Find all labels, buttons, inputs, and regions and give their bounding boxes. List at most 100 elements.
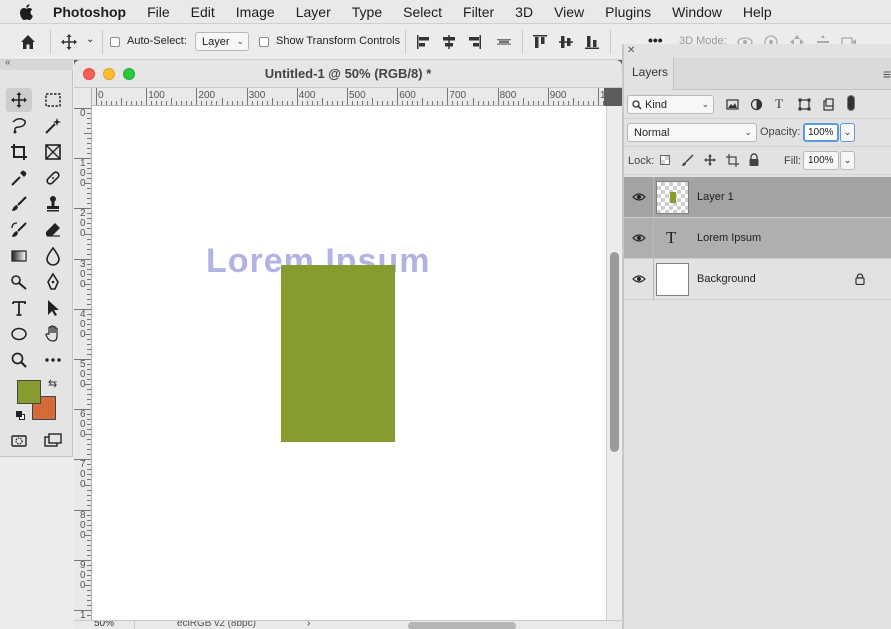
lock-transparent-pixels-icon[interactable] [660,155,670,165]
blend-mode-dropdown[interactable]: Normal ⌄ [627,123,757,142]
document-profile[interactable]: eciRGB v2 (8bpc) [177,621,256,629]
menu-view[interactable]: View [554,4,584,20]
blur-tool-icon[interactable] [40,244,66,268]
menu-window[interactable]: Window [672,4,722,20]
layer-name[interactable]: Background [697,273,756,285]
move-tool-preset-icon[interactable] [59,32,79,52]
lock-position-icon[interactable] [703,153,717,167]
panel-menu-icon[interactable]: ≡ [883,66,891,82]
tab-layers[interactable]: Layers [624,58,674,90]
marquee-tool-icon[interactable] [40,88,66,112]
horizontal-scrollbar-thumb[interactable] [408,622,516,629]
collapse-panel-icon[interactable]: « [5,57,11,68]
lock-artboard-icon[interactable] [726,154,739,167]
chevron-down-icon[interactable]: ⌄ [86,34,94,45]
frame-tool-icon[interactable] [40,140,66,164]
canvas-green-rectangle[interactable] [281,265,395,442]
auto-select-target-dropdown[interactable]: Layer ⌄ [195,32,249,51]
status-menu-arrow[interactable]: › [307,621,310,629]
ruler-label: 700 [449,90,467,101]
menu-help[interactable]: Help [743,4,772,20]
menu-layer[interactable]: Layer [296,4,331,20]
menu-app-name[interactable]: Photoshop [53,4,126,20]
opacity-input[interactable]: 100% [803,123,839,142]
hand-tool-icon[interactable] [40,322,66,346]
vertical-ruler[interactable]: 0 1 0 0 2 0 0 3 0 0 4 0 0 5 0 0 6 0 0 7 0 0 8 0 … [74,88,92,620]
auto-select-checkbox[interactable] [110,37,120,47]
filter-adjustment-layers-icon[interactable] [750,98,763,111]
align-right-edges-icon[interactable] [464,32,484,52]
layer-name[interactable]: Layer 1 [697,191,734,203]
type-tool-icon[interactable] [6,296,32,320]
filter-pixel-layers-icon[interactable] [726,98,739,111]
move-tool-icon[interactable] [6,88,32,112]
menu-filter[interactable]: Filter [463,4,494,20]
healing-brush-tool-icon[interactable] [40,166,66,190]
filter-toggle-switch[interactable] [847,95,855,111]
align-bottom-edges-icon[interactable] [582,32,602,52]
crop-tool-icon[interactable] [6,140,32,164]
horizontal-ruler[interactable]: 0 100 200 300 400 500 600 700 800 900 10 [92,88,604,106]
gradient-tool-icon[interactable] [6,244,32,268]
edit-toolbar-icon[interactable] [40,348,66,372]
default-colors-icon[interactable] [16,411,25,420]
magic-wand-tool-icon[interactable] [40,114,66,138]
clone-stamp-tool-icon[interactable] [40,192,66,216]
swap-colors-icon[interactable]: ⇆ [48,377,57,390]
layer-row-layer-1[interactable]: Layer 1 [624,177,891,218]
eye-icon[interactable] [632,192,646,202]
vertical-scrollbar[interactable] [606,106,622,620]
close-panel-icon[interactable]: ✕ [627,45,635,56]
filter-smart-objects-icon[interactable] [822,98,835,111]
menu-file[interactable]: File [147,4,170,20]
align-horizontal-centers-icon[interactable] [439,32,459,52]
align-vertical-centers-icon[interactable] [556,32,576,52]
eyedropper-tool-icon[interactable] [6,166,32,190]
menu-image[interactable]: Image [236,4,275,20]
history-brush-tool-icon[interactable] [6,218,32,242]
home-icon[interactable] [18,32,38,52]
ruler-minor-tick [472,98,474,105]
path-selection-tool-icon[interactable] [40,296,66,320]
lock-icon[interactable] [855,273,865,285]
show-transform-controls-checkbox[interactable] [259,37,269,47]
filter-type-layers-icon[interactable]: T [775,96,783,112]
filter-kind-dropdown[interactable]: Kind ⌄ [627,95,714,114]
brush-tool-icon[interactable] [6,192,32,216]
pen-tool-icon[interactable] [40,270,66,294]
apple-menu-icon[interactable] [19,3,33,20]
lock-image-pixels-icon[interactable] [681,154,694,167]
opacity-slider-toggle[interactable]: ⌄ [840,123,855,142]
lasso-tool-icon[interactable] [6,114,32,138]
zoom-tool-icon[interactable] [6,348,32,372]
align-top-edges-icon[interactable] [530,32,550,52]
canvas[interactable]: Lorem Ipsum [92,106,606,620]
align-left-edges-icon[interactable] [414,32,434,52]
menu-edit[interactable]: Edit [191,4,215,20]
menu-3d[interactable]: 3D [515,4,533,20]
vertical-scrollbar-thumb[interactable] [610,252,619,452]
layer-name[interactable]: Lorem Ipsum [697,232,761,244]
eye-icon[interactable] [632,274,646,284]
document-title-bar[interactable]: Untitled-1 @ 50% (RGB/8) * [74,60,622,88]
lock-all-icon[interactable] [748,153,760,167]
layer-row-background[interactable]: Background [624,259,891,300]
eraser-tool-icon[interactable] [40,218,66,242]
menu-select[interactable]: Select [403,4,442,20]
fill-slider-toggle[interactable]: ⌄ [840,151,855,170]
screen-mode-icon[interactable] [40,429,66,453]
ruler-minor-tick [532,101,534,105]
ruler-minor-tick [87,168,91,170]
menu-plugins[interactable]: Plugins [605,4,651,20]
zoom-level[interactable]: 50% [94,621,114,629]
menu-type[interactable]: Type [352,4,382,20]
ellipse-tool-icon[interactable] [6,322,32,346]
fill-input[interactable]: 100% [803,151,839,170]
distribute-vertical-icon[interactable] [494,32,514,52]
quick-mask-icon[interactable] [6,429,32,453]
foreground-color-swatch[interactable] [17,380,41,404]
dodge-tool-icon[interactable] [6,270,32,294]
eye-icon[interactable] [632,233,646,243]
layer-row-lorem-ipsum[interactable]: T Lorem Ipsum [624,218,891,259]
filter-shape-layers-icon[interactable] [798,98,811,111]
